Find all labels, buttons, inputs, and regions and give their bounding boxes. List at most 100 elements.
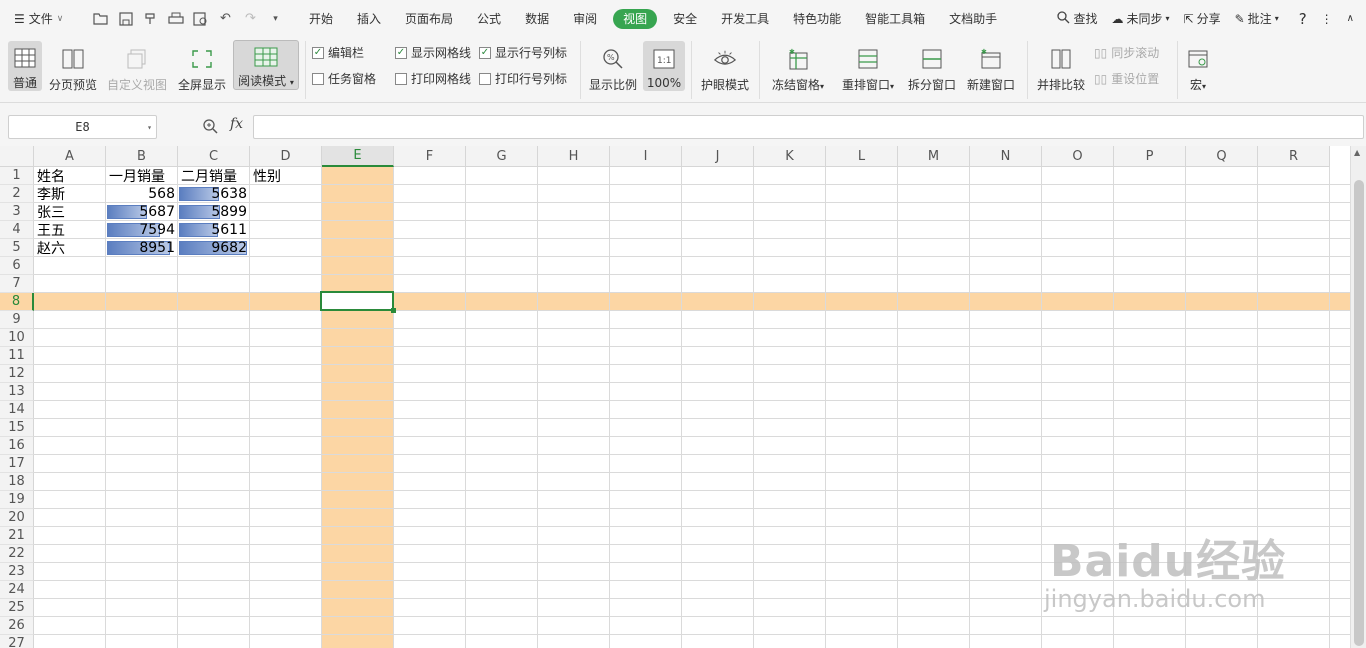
share-button[interactable]: ⇱ 分享 bbox=[1184, 10, 1221, 27]
row-header-5[interactable]: 5 bbox=[0, 239, 34, 257]
column-header-N[interactable]: N bbox=[970, 146, 1042, 167]
vertical-scrollbar[interactable]: ▲ bbox=[1350, 146, 1366, 648]
row-header-20[interactable]: 20 bbox=[0, 509, 34, 527]
fill-handle[interactable] bbox=[391, 308, 396, 313]
select-all-corner[interactable] bbox=[0, 146, 34, 167]
row-header-11[interactable]: 11 bbox=[0, 347, 34, 365]
file-menu-button[interactable]: ☰ 文件 ∨ bbox=[0, 10, 86, 27]
row-header-3[interactable]: 3 bbox=[0, 203, 34, 221]
row-header-12[interactable]: 12 bbox=[0, 365, 34, 383]
jan-sales-cell[interactable]: 568 bbox=[106, 185, 178, 203]
print-icon[interactable] bbox=[167, 10, 184, 27]
undo-icon[interactable]: ↶ bbox=[217, 10, 234, 27]
column-header-P[interactable]: P bbox=[1114, 146, 1186, 167]
formula-input[interactable] bbox=[253, 115, 1364, 139]
scroll-up-arrow-icon[interactable]: ▲ bbox=[1354, 148, 1360, 157]
column-header-A[interactable]: A bbox=[34, 146, 106, 167]
jan-sales-cell[interactable]: 7594 bbox=[106, 221, 178, 239]
tab-5[interactable]: 审阅 bbox=[561, 9, 609, 29]
feb-sales-cell[interactable]: 5899 bbox=[178, 203, 250, 221]
tab-3[interactable]: 公式 bbox=[465, 9, 513, 29]
redo-icon[interactable]: ↷ bbox=[242, 10, 259, 27]
header-cell[interactable]: 一月销量 bbox=[106, 167, 178, 185]
reset-position-button[interactable]: ▯▯ 重设位置 bbox=[1094, 70, 1159, 87]
show-gridlines-checkbox[interactable]: ✓ 显示网格线 bbox=[395, 44, 471, 61]
format-painter-icon[interactable] bbox=[142, 10, 159, 27]
save-icon[interactable] bbox=[117, 10, 134, 27]
tab-1[interactable]: 插入 bbox=[345, 9, 393, 29]
jan-sales-cell[interactable]: 5687 bbox=[106, 203, 178, 221]
normal-view-button[interactable]: 普通 bbox=[8, 41, 42, 91]
row-header-16[interactable]: 16 bbox=[0, 437, 34, 455]
column-header-O[interactable]: O bbox=[1042, 146, 1114, 167]
row-header-7[interactable]: 7 bbox=[0, 275, 34, 293]
row-header-9[interactable]: 9 bbox=[0, 311, 34, 329]
task-pane-checkbox[interactable]: 任务窗格 bbox=[312, 70, 376, 87]
column-header-M[interactable]: M bbox=[898, 146, 970, 167]
page-break-preview-button[interactable]: 分页预览 bbox=[48, 41, 98, 93]
open-folder-icon[interactable] bbox=[92, 10, 109, 27]
freeze-panes-button[interactable]: ✱ 冻结窗格▾ bbox=[767, 41, 829, 93]
row-header-19[interactable]: 19 bbox=[0, 491, 34, 509]
name-cell[interactable]: 张三 bbox=[34, 203, 106, 221]
column-header-I[interactable]: I bbox=[610, 146, 682, 167]
column-header-K[interactable]: K bbox=[754, 146, 826, 167]
scrollbar-thumb[interactable] bbox=[1354, 180, 1364, 646]
column-header-G[interactable]: G bbox=[466, 146, 538, 167]
name-cell[interactable]: 赵六 bbox=[34, 239, 106, 257]
search-button[interactable]: 查找 bbox=[1057, 10, 1098, 27]
header-cell[interactable]: 姓名 bbox=[34, 167, 106, 185]
tab-9[interactable]: 特色功能 bbox=[781, 9, 853, 29]
row-header-13[interactable]: 13 bbox=[0, 383, 34, 401]
column-header-Q[interactable]: Q bbox=[1186, 146, 1258, 167]
row-header-1[interactable]: 1 bbox=[0, 167, 34, 185]
row-header-2[interactable]: 2 bbox=[0, 185, 34, 203]
collapse-ribbon-button[interactable]: ∧ bbox=[1347, 13, 1354, 24]
tab-8[interactable]: 开发工具 bbox=[709, 9, 781, 29]
row-header-27[interactable]: 27 bbox=[0, 635, 34, 648]
jan-sales-cell[interactable]: 8951 bbox=[106, 239, 178, 257]
sync-button[interactable]: ☁ 未同步 ▾ bbox=[1112, 10, 1170, 27]
row-header-8[interactable]: 8 bbox=[0, 293, 34, 311]
feb-sales-cell[interactable]: 5638 bbox=[178, 185, 250, 203]
split-window-button[interactable]: 拆分窗口 bbox=[906, 41, 958, 93]
zoom-100-button[interactable]: 1:1 100% bbox=[643, 41, 685, 91]
more-button[interactable]: ⋮ bbox=[1321, 12, 1333, 26]
tab-2[interactable]: 页面布局 bbox=[393, 9, 465, 29]
header-cell[interactable]: 性别 bbox=[250, 167, 322, 185]
side-by-side-button[interactable]: 并排比较 bbox=[1034, 41, 1088, 93]
row-header-18[interactable]: 18 bbox=[0, 473, 34, 491]
new-window-button[interactable]: ✱ 新建窗口 bbox=[964, 41, 1018, 93]
eye-protection-button[interactable]: 护眼模式 bbox=[698, 41, 752, 93]
print-preview-icon[interactable] bbox=[192, 10, 209, 27]
comment-button[interactable]: ✎ 批注 ▾ bbox=[1235, 10, 1279, 27]
tab-6[interactable]: 视图 bbox=[613, 8, 658, 29]
selected-cell-E8[interactable] bbox=[320, 291, 394, 311]
column-header-E[interactable]: E bbox=[322, 146, 394, 167]
insert-function-button[interactable]: fx bbox=[230, 116, 243, 132]
reading-mode-button[interactable]: 阅读模式 ▾ bbox=[233, 40, 299, 90]
column-header-L[interactable]: L bbox=[826, 146, 898, 167]
show-headers-checkbox[interactable]: ✓ 显示行号列标 bbox=[479, 44, 567, 61]
row-header-23[interactable]: 23 bbox=[0, 563, 34, 581]
column-header-B[interactable]: B bbox=[106, 146, 178, 167]
row-header-6[interactable]: 6 bbox=[0, 257, 34, 275]
name-cell[interactable]: 李斯 bbox=[34, 185, 106, 203]
row-header-22[interactable]: 22 bbox=[0, 545, 34, 563]
name-box[interactable]: E8 ▾ bbox=[8, 115, 157, 139]
print-gridlines-checkbox[interactable]: 打印网格线 bbox=[395, 70, 471, 87]
column-header-C[interactable]: C bbox=[178, 146, 250, 167]
column-header-R[interactable]: R bbox=[1258, 146, 1330, 167]
zoom-formula-icon[interactable] bbox=[202, 118, 218, 138]
tab-11[interactable]: 文档助手 bbox=[937, 9, 1009, 29]
row-header-26[interactable]: 26 bbox=[0, 617, 34, 635]
tab-10[interactable]: 智能工具箱 bbox=[853, 9, 937, 29]
row-header-25[interactable]: 25 bbox=[0, 599, 34, 617]
arrange-windows-button[interactable]: 重排窗口▾ bbox=[837, 41, 899, 93]
name-cell[interactable]: 王五 bbox=[34, 221, 106, 239]
sync-scroll-button[interactable]: ▯▯ 同步滚动 bbox=[1094, 44, 1159, 61]
row-header-24[interactable]: 24 bbox=[0, 581, 34, 599]
edit-bar-checkbox[interactable]: ✓ 编辑栏 bbox=[312, 44, 364, 61]
tab-7[interactable]: 安全 bbox=[661, 9, 709, 29]
header-cell[interactable]: 二月销量 bbox=[178, 167, 250, 185]
